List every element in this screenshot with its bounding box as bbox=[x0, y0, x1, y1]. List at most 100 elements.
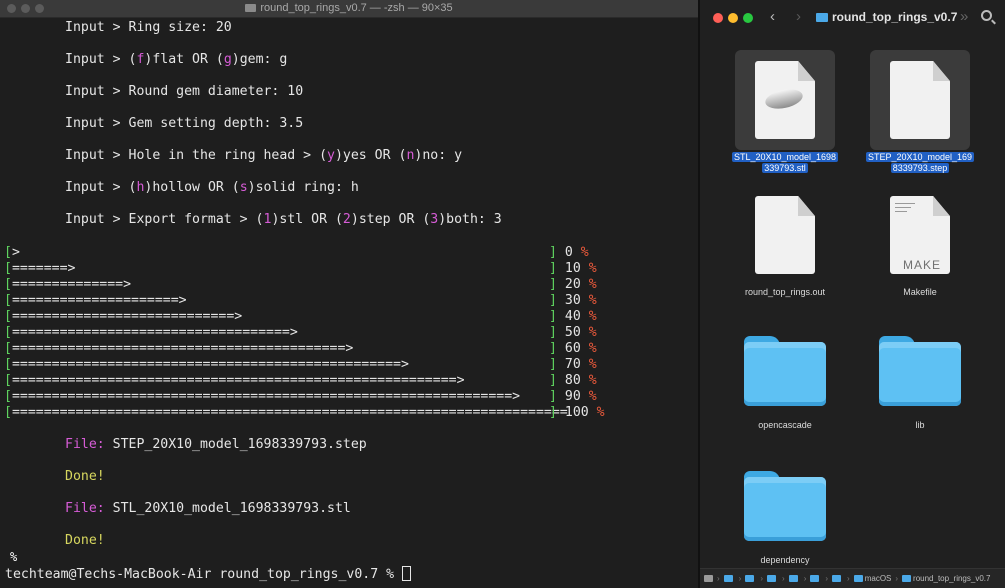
percent-value: 60 bbox=[556, 341, 589, 356]
page-fold-icon bbox=[933, 196, 950, 216]
path-segment[interactable]: round_top_rings_v0.7 bbox=[902, 574, 990, 583]
file-line-step: File: STEP_20X10_model_1698339793.step bbox=[65, 437, 367, 453]
bracket: ] bbox=[549, 389, 557, 404]
option-key: 2 bbox=[342, 212, 351, 227]
finder-toolbar[interactable]: ‹ › round_top_rings_v0.7 » bbox=[700, 0, 1005, 34]
icon-container bbox=[735, 455, 835, 555]
forward-button[interactable]: › bbox=[796, 8, 801, 25]
percent-symbol: % bbox=[588, 293, 597, 308]
minimize-icon[interactable] bbox=[728, 13, 738, 23]
icon-container bbox=[735, 320, 835, 420]
percent-value: 70 bbox=[556, 357, 589, 372]
file-name-line: STL_20X10_model_1698 bbox=[731, 152, 839, 162]
icon-container bbox=[735, 50, 835, 150]
disk-icon bbox=[704, 575, 713, 582]
file-item-stl-20x10-model-1698[interactable]: STL_20X10_model_1698 339793.stl bbox=[725, 50, 845, 180]
path-segment[interactable] bbox=[767, 574, 778, 583]
file-name-line: 339793.stl bbox=[762, 163, 808, 173]
partial-line-marker: % bbox=[10, 550, 18, 564]
file-label: File: bbox=[65, 501, 105, 516]
file-name-label: lib bbox=[860, 420, 980, 431]
percent-value: 0 bbox=[556, 245, 581, 260]
percent-value: 80 bbox=[556, 373, 589, 388]
bracket: ] bbox=[549, 245, 557, 260]
progress-percent: ] 0 % bbox=[549, 245, 589, 261]
back-button[interactable]: ‹ bbox=[770, 8, 775, 25]
bracket: [ bbox=[4, 373, 12, 388]
icon-container bbox=[735, 185, 835, 285]
path-segment[interactable] bbox=[832, 574, 843, 583]
progress-row: [==============> bbox=[4, 277, 131, 293]
progress-percent: ] 100 % bbox=[549, 405, 605, 421]
bracket: [ bbox=[4, 389, 12, 404]
file-item-opencascade[interactable]: opencascade bbox=[725, 320, 845, 450]
path-segment[interactable] bbox=[723, 574, 735, 583]
folder-icon bbox=[788, 575, 798, 582]
file-name-label: opencascade bbox=[725, 420, 845, 431]
finder-window[interactable]: ‹ › round_top_rings_v0.7 » STL_20X10_mod… bbox=[698, 0, 1005, 588]
bracket: ] bbox=[549, 373, 557, 388]
percent-value: 90 bbox=[556, 389, 589, 404]
close-icon[interactable] bbox=[713, 13, 723, 23]
progress-row: [=======> bbox=[4, 261, 75, 277]
percent-symbol: % bbox=[588, 261, 597, 276]
icon-container bbox=[870, 50, 970, 150]
path-segment[interactable] bbox=[745, 574, 756, 583]
path-separator: › bbox=[825, 574, 829, 583]
folder-icon bbox=[744, 471, 826, 541]
shell-prompt[interactable]: techteam@Techs-MacBook-Air round_top_rin… bbox=[5, 566, 411, 583]
path-separator: › bbox=[847, 574, 850, 583]
folder-icon bbox=[810, 575, 820, 582]
progress-bar: ========================================… bbox=[11, 373, 465, 388]
search-icon[interactable] bbox=[981, 10, 992, 21]
file-name-label: STEP_20X10_model_169 8339793.step bbox=[860, 152, 980, 174]
progress-bar: ===================================> bbox=[11, 325, 298, 340]
file-name: STEP_20X10_model_1698339793.step bbox=[112, 437, 367, 452]
done-message: Done! bbox=[65, 469, 105, 484]
file-name-line: STEP_20X10_model_169 bbox=[865, 152, 975, 162]
progress-percent: ] 70 % bbox=[549, 357, 597, 373]
prompt-text: Input > ( bbox=[65, 52, 137, 67]
zoom-icon[interactable] bbox=[743, 13, 753, 23]
file-name-line: dependency bbox=[760, 555, 810, 565]
path-segment[interactable]: macOS bbox=[853, 574, 891, 583]
bracket: [ bbox=[4, 277, 12, 292]
progress-row: [=======================================… bbox=[4, 341, 353, 357]
bracket: ] bbox=[549, 293, 557, 308]
option-key: s bbox=[239, 180, 248, 195]
file-item-dependency[interactable]: dependency bbox=[725, 455, 845, 585]
window-title: round_top_rings_v0.7 bbox=[816, 10, 957, 24]
file-name-label: dependency bbox=[725, 555, 845, 566]
progress-percent: ] 20 % bbox=[549, 277, 597, 293]
progress-row: [===================================> bbox=[4, 325, 298, 341]
path-segment[interactable] bbox=[810, 574, 821, 583]
terminal-titlebar[interactable]: round_top_rings_v0.7 — -zsh — 90×35 bbox=[0, 0, 698, 18]
bracket: [ bbox=[4, 405, 12, 420]
file-item-round-top-rings-out[interactable]: round_top_rings.out bbox=[725, 185, 845, 315]
file-name-line: opencascade bbox=[758, 420, 812, 430]
file-item-makefile[interactable]: MAKE Makefile bbox=[860, 185, 980, 315]
prompt-text: Input > Ring size: 20 bbox=[65, 20, 232, 35]
progress-row: [=======================================… bbox=[4, 373, 465, 389]
progress-row: [============================> bbox=[4, 309, 242, 325]
progress-bar: > bbox=[11, 245, 20, 260]
folder-icon bbox=[745, 575, 755, 582]
bracket: [ bbox=[4, 325, 12, 340]
icon-container: MAKE bbox=[870, 185, 970, 285]
file-item-lib[interactable]: lib bbox=[860, 320, 980, 450]
path-segment[interactable] bbox=[788, 574, 800, 583]
file-name-line: Makefile bbox=[903, 287, 937, 297]
progress-percent: ] 60 % bbox=[549, 341, 597, 357]
prompt-text: )hollow OR ( bbox=[144, 180, 240, 195]
terminal-window[interactable]: round_top_rings_v0.7 — -zsh — 90×35 Inpu… bbox=[0, 0, 698, 588]
file-item-step-20x10-model-169[interactable]: STEP_20X10_model_169 8339793.step bbox=[860, 50, 980, 180]
folder-icon bbox=[853, 575, 863, 582]
done-message: Done! bbox=[65, 533, 105, 548]
path-segment[interactable] bbox=[704, 574, 713, 583]
path-bar[interactable]: › › › › › › › macOS › round_top_rings_v0.7 bbox=[700, 568, 1005, 588]
prompt-text: )gem: g bbox=[231, 52, 288, 67]
input-prompt-line: Input > Export format > (1)stl OR (2)ste… bbox=[65, 212, 502, 228]
more-icon[interactable]: » bbox=[960, 8, 968, 25]
input-prompt-line: Input > (f)flat OR (g)gem: g bbox=[65, 52, 287, 68]
folder-icon bbox=[245, 4, 257, 12]
